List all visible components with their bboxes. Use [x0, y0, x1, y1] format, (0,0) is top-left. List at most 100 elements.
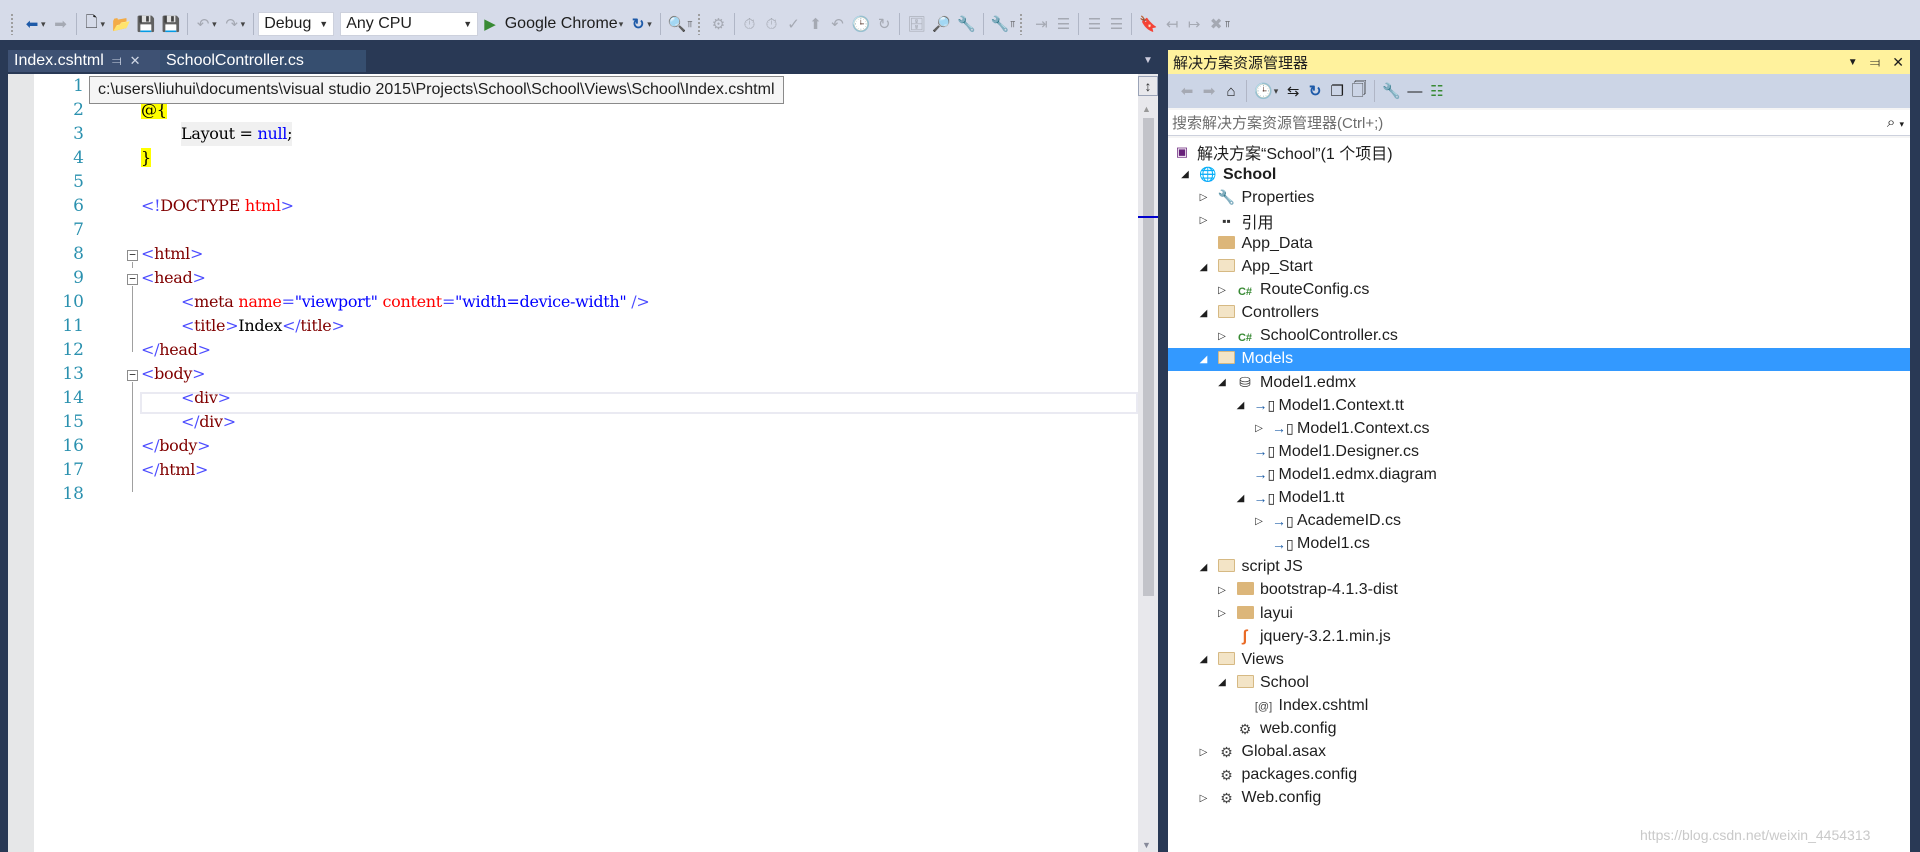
- tree-node[interactable]: ⚙ packages.config: [1168, 764, 1910, 787]
- toolbar-grip[interactable]: [10, 13, 15, 35]
- expanded-arrow-icon[interactable]: ◢: [1178, 169, 1192, 180]
- pin-icon[interactable]: ⫤: [112, 53, 122, 69]
- tree-node[interactable]: ◢ App_Start: [1168, 256, 1910, 279]
- tree-node[interactable]: ▣ 解决方案“School”(1 个项目): [1168, 140, 1910, 163]
- expanded-arrow-icon[interactable]: ◢: [1197, 354, 1211, 365]
- solution-platform-select[interactable]: Any CPU ▼: [340, 12, 479, 36]
- toolbar-overflow[interactable]: ⫪: [1010, 19, 1015, 30]
- collapse-body-icon[interactable]: −: [127, 369, 138, 381]
- pending-changes-filter-icon[interactable]: 🕒: [1251, 79, 1276, 103]
- tree-node[interactable]: ▷ →▯ AcademeID.cs: [1168, 510, 1910, 533]
- save-all-icon[interactable]: 💾: [158, 12, 183, 36]
- collapsed-arrow-icon[interactable]: ▷: [1197, 192, 1211, 203]
- tree-node[interactable]: [@] Index.cshtml: [1168, 694, 1910, 717]
- redo-icon[interactable]: ↷: [221, 12, 243, 36]
- refresh-icon[interactable]: ↻: [627, 12, 649, 36]
- expanded-arrow-icon[interactable]: ◢: [1197, 262, 1211, 273]
- collapsed-arrow-icon[interactable]: ▷: [1252, 423, 1266, 434]
- step-over-icon[interactable]: ⏱: [761, 12, 783, 36]
- expanded-arrow-icon[interactable]: ◢: [1215, 377, 1229, 388]
- clear-bookmarks-icon[interactable]: ✖: [1205, 12, 1227, 36]
- outdent-icon[interactable]: ☰: [1052, 12, 1074, 36]
- back-icon[interactable]: ⬅: [1176, 79, 1198, 103]
- code-editor[interactable]: 1 2 @{ 3 Layout = null; 4 } 5 6 <!DOCTYP…: [8, 74, 1138, 852]
- split-window-icon[interactable]: ↕: [1138, 76, 1158, 96]
- find-in-files-icon[interactable]: 🔍: [665, 12, 690, 36]
- tree-node[interactable]: ▷ ⚙ Global.asax: [1168, 741, 1910, 764]
- tree-node[interactable]: ▷ bootstrap-4.1.3-dist: [1168, 579, 1910, 602]
- tab-school-controller[interactable]: SchoolController.cs: [160, 50, 366, 72]
- tree-node[interactable]: ⚙ web.config: [1168, 718, 1910, 741]
- expanded-arrow-icon[interactable]: ◢: [1197, 654, 1211, 665]
- collapsed-arrow-icon[interactable]: ▷: [1197, 793, 1211, 804]
- new-project-icon[interactable]: 🗋: [81, 12, 103, 36]
- solution-configuration-select[interactable]: Debug ▼: [258, 12, 335, 36]
- tree-node[interactable]: →▯ Model1.edmx.diagram: [1168, 463, 1910, 486]
- redo-change-icon[interactable]: ↻: [873, 12, 895, 36]
- tree-node[interactable]: ▷ ⚙ Web.config: [1168, 787, 1910, 810]
- tree-node[interactable]: →▯ Model1.Designer.cs: [1168, 440, 1910, 463]
- bookmark-icon[interactable]: 🔖: [1136, 12, 1161, 36]
- toolbar-overflow[interactable]: ⫪: [1225, 19, 1230, 30]
- tree-node[interactable]: ◢ Controllers: [1168, 302, 1910, 325]
- tree-node[interactable]: ◢ →▯ Model1.Context.tt: [1168, 394, 1910, 417]
- tree-node[interactable]: ◢ Views: [1168, 648, 1910, 671]
- tree-node[interactable]: App_Data: [1168, 232, 1910, 255]
- toolbar-grip[interactable]: [1019, 13, 1025, 35]
- tree-node[interactable]: ◢ script JS: [1168, 556, 1910, 579]
- comment-icon[interactable]: ☰: [1083, 12, 1105, 36]
- step-out-icon[interactable]: ⬆: [805, 12, 827, 36]
- collapsed-arrow-icon[interactable]: ▷: [1215, 608, 1229, 619]
- forward-icon[interactable]: ➡: [50, 12, 72, 36]
- collapse-html-icon[interactable]: −: [127, 249, 138, 261]
- tree-node[interactable]: ▷ 🔧 Properties: [1168, 186, 1910, 209]
- uncomment-icon[interactable]: ☰: [1105, 12, 1127, 36]
- refresh-icon[interactable]: ↻: [1304, 79, 1326, 103]
- home-icon[interactable]: ⌂: [1220, 79, 1242, 103]
- indent-icon[interactable]: ⇥: [1030, 12, 1052, 36]
- scroll-down-icon[interactable]: ▼: [1142, 840, 1151, 850]
- filter-dropdown[interactable]: ▾: [1274, 86, 1279, 97]
- database-icon[interactable]: 🗄: [904, 12, 929, 36]
- pin-icon[interactable]: ⫤: [1870, 54, 1881, 71]
- undo-dropdown[interactable]: ▾: [212, 19, 217, 30]
- view-class-diagram-icon[interactable]: ☷: [1426, 79, 1448, 103]
- scroll-thumb[interactable]: [1143, 118, 1154, 596]
- collapsed-arrow-icon[interactable]: ▷: [1252, 516, 1266, 527]
- show-all-files-icon[interactable]: 🗍: [1348, 79, 1370, 103]
- run-target-button[interactable]: Google Chrome: [502, 12, 621, 36]
- expanded-arrow-icon[interactable]: ◢: [1234, 493, 1248, 504]
- undo-change-icon[interactable]: ↶: [827, 12, 849, 36]
- properties-icon[interactable]: 🔧: [1379, 79, 1404, 103]
- tree-node[interactable]: →▯ Model1.cs: [1168, 533, 1910, 556]
- inspect-icon[interactable]: 🔎: [929, 12, 954, 36]
- tree-node[interactable]: ▷ ▪▪ 引用: [1168, 209, 1910, 232]
- tab-index-cshtml[interactable]: Index.cshtml ⫤ ✕: [8, 50, 163, 72]
- tree-node[interactable]: ▷ C# RouteConfig.cs: [1168, 279, 1910, 302]
- tab-overflow-dropdown-icon[interactable]: ▼: [1143, 55, 1153, 66]
- expanded-arrow-icon[interactable]: ◢: [1197, 308, 1211, 319]
- expanded-arrow-icon[interactable]: ◢: [1197, 562, 1211, 573]
- back-dropdown[interactable]: ▾: [41, 19, 46, 30]
- collapsed-arrow-icon[interactable]: ▷: [1215, 585, 1229, 596]
- window-position-dropdown-icon[interactable]: ▼: [1848, 57, 1858, 68]
- tree-node[interactable]: ◢ →▯ Model1.tt: [1168, 487, 1910, 510]
- step-into-icon[interactable]: ⏱: [739, 12, 761, 36]
- collapsed-arrow-icon[interactable]: ▷: [1215, 331, 1229, 342]
- save-icon[interactable]: 💾: [134, 12, 159, 36]
- collapse-head-icon[interactable]: −: [127, 273, 138, 285]
- collapsed-arrow-icon[interactable]: ▷: [1215, 285, 1229, 296]
- undo-icon[interactable]: ↶: [192, 12, 214, 36]
- close-icon[interactable]: ✕: [1892, 54, 1904, 71]
- collapsed-arrow-icon[interactable]: ▷: [1197, 747, 1211, 758]
- solution-search-input[interactable]: 搜索解决方案资源管理器(Ctrl+;) ⌕ ▾: [1168, 110, 1910, 136]
- back-icon[interactable]: ⬅: [21, 12, 43, 36]
- tools-icon[interactable]: 🔧: [988, 12, 1013, 36]
- run-target-dropdown[interactable]: ▾: [619, 19, 624, 30]
- expanded-arrow-icon[interactable]: ◢: [1234, 400, 1248, 411]
- toolbar-grip[interactable]: [696, 13, 702, 35]
- editor-vertical-scrollbar[interactable]: ↕ ▲ ▼: [1138, 74, 1158, 852]
- collapse-all-icon[interactable]: ❐: [1326, 79, 1348, 103]
- tree-node[interactable]: ◢ 🌐 School: [1168, 163, 1910, 186]
- tree-node[interactable]: ▷ →▯ Model1.Context.cs: [1168, 417, 1910, 440]
